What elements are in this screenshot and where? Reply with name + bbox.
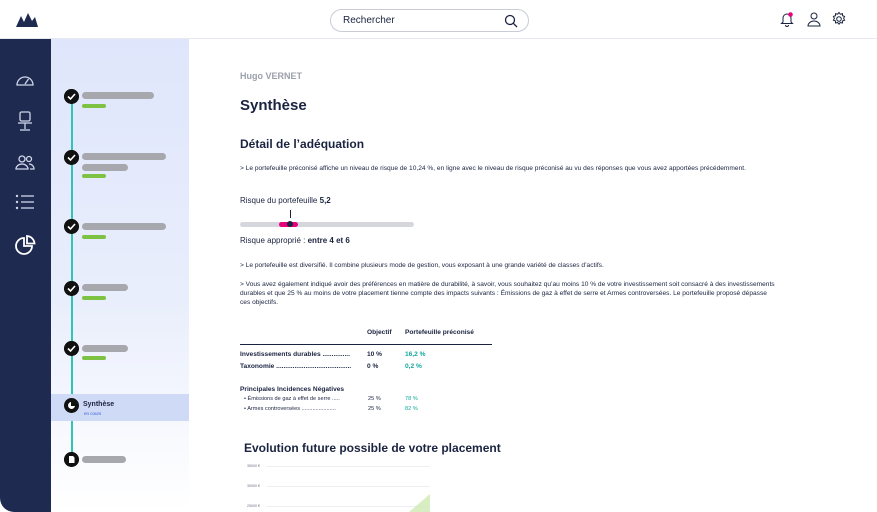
logo-icon[interactable] xyxy=(16,11,38,27)
evolution-chart xyxy=(409,494,430,512)
step-1[interactable] xyxy=(64,89,184,119)
step-status-placeholder xyxy=(82,104,106,108)
step-sidebar: Synthèse en cours xyxy=(51,39,189,512)
y-tick-label: 35000 € xyxy=(247,464,260,468)
gear-icon[interactable] xyxy=(831,11,847,27)
table-row-portefeuille: 16,2 % xyxy=(405,351,426,358)
users-icon[interactable] xyxy=(14,151,36,173)
step-status-placeholder xyxy=(82,356,106,360)
risk-value: 5,2 xyxy=(319,196,331,205)
adequation-paragraph: > Le portefeuille préconisé affiche un n… xyxy=(240,165,746,172)
diversification-paragraph: > Le portefeuille est diversifié. Il com… xyxy=(240,262,604,269)
user-icon[interactable] xyxy=(806,11,822,27)
check-icon xyxy=(64,281,79,296)
appropriate-risk-label: Risque approprié : entre 4 et 6 xyxy=(240,236,350,245)
step-label-placeholder xyxy=(82,284,128,291)
pie-chart-icon xyxy=(64,398,79,413)
step-label-placeholder xyxy=(82,223,166,230)
check-icon xyxy=(64,150,79,165)
pin-title: Principales Incidences Négatives xyxy=(240,386,345,393)
table-row-label: Taxonomie ..............................… xyxy=(240,363,352,370)
check-icon xyxy=(64,89,79,104)
search-input[interactable]: Rechercher xyxy=(343,15,395,26)
chair-icon[interactable] xyxy=(14,110,36,132)
step-3[interactable] xyxy=(64,219,184,249)
appropriate-risk-text: Risque approprié : xyxy=(240,236,306,245)
table-row-objectif: 10 % xyxy=(367,351,383,358)
y-tick-label: 30000 € xyxy=(247,484,260,488)
step-status-placeholder xyxy=(82,296,106,300)
client-name: Hugo VERNET xyxy=(240,71,302,81)
y-tick-label: 25000 € xyxy=(247,504,260,508)
pie-chart-icon[interactable] xyxy=(14,235,36,257)
table-divider xyxy=(240,344,492,345)
top-bar: Rechercher xyxy=(0,0,877,39)
page-title: Synthèse xyxy=(240,97,307,114)
step-label-placeholder xyxy=(82,164,128,171)
main-content: Hugo VERNET Synthèse Détail de l’adéquat… xyxy=(189,39,877,512)
table-header-portefeuille: Portefeuille préconisé xyxy=(405,329,474,336)
table-row-objectif: 0 % xyxy=(367,363,379,370)
list-icon[interactable] xyxy=(14,191,36,213)
search-icon[interactable] xyxy=(504,14,518,28)
gauge-icon[interactable] xyxy=(14,70,36,92)
nav-rail xyxy=(0,39,51,512)
step-label-placeholder xyxy=(82,153,166,160)
table-row-objectif: 25 % xyxy=(368,406,381,412)
step-label-placeholder xyxy=(82,345,128,352)
step-active-title: Synthèse xyxy=(83,401,115,408)
section-title: Détail de l’adéquation xyxy=(240,137,365,151)
durability-paragraph: > Vous avez également indiqué avoir des … xyxy=(240,281,775,306)
table-row-portefeuille: 0,2 % xyxy=(405,363,422,370)
search-bar[interactable]: Rechercher xyxy=(330,9,529,32)
step-active-status: en cours xyxy=(84,411,102,416)
risk-label: Risque du portefeuille 5,2 xyxy=(240,196,331,205)
table-row-label: Investissements durables ............... xyxy=(240,351,350,358)
document-icon xyxy=(64,452,79,467)
table-row-portefeuille: 78 % xyxy=(405,396,418,402)
appropriate-risk-value: entre 4 et 6 xyxy=(307,236,350,245)
step-status-placeholder xyxy=(82,235,106,239)
table-row-label: • Émissions de gaz à effet de serre ....… xyxy=(244,396,340,402)
table-row-label: • Armes controversées ..................… xyxy=(244,406,336,412)
chart-area-shape xyxy=(409,494,430,512)
step-2[interactable] xyxy=(64,150,184,180)
table-header-objectif: Objectif xyxy=(367,329,392,336)
risk-scale xyxy=(240,221,414,227)
risk-marker-tick xyxy=(290,210,292,218)
check-icon xyxy=(64,341,79,356)
step-5[interactable] xyxy=(64,341,184,371)
step-label-placeholder xyxy=(82,456,126,463)
step-7[interactable] xyxy=(64,452,184,482)
risk-label-text: Risque du portefeuille xyxy=(240,196,318,205)
check-icon xyxy=(64,219,79,234)
table-row-objectif: 25 % xyxy=(368,396,381,402)
step-4[interactable] xyxy=(64,281,184,311)
step-status-placeholder xyxy=(82,174,106,178)
table-row-portefeuille: 82 % xyxy=(405,406,418,412)
bell-icon[interactable] xyxy=(779,11,795,27)
step-label-placeholder xyxy=(82,92,154,99)
